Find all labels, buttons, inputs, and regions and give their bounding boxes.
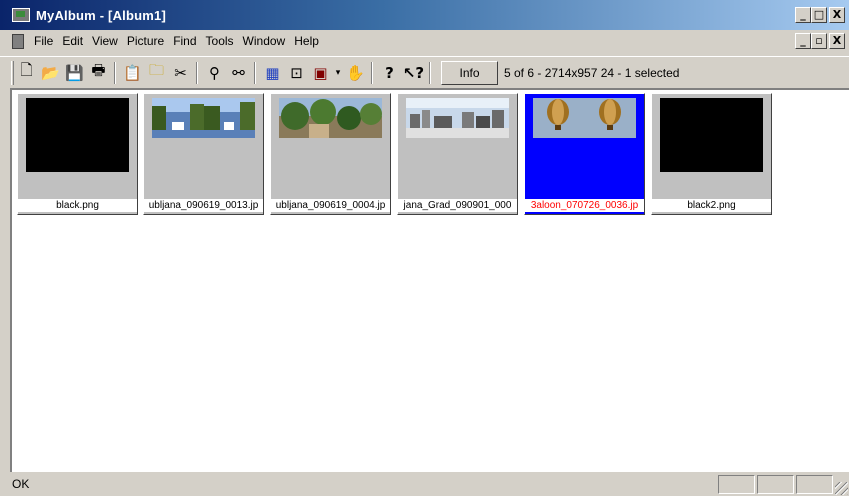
- help-icon[interactable]: ?: [378, 62, 401, 84]
- thumbnail-item[interactable]: black.png: [17, 93, 138, 215]
- cut-icon[interactable]: ✂: [169, 62, 192, 84]
- new-folder-icon[interactable]: 🗀: [145, 61, 168, 84]
- context-help-icon[interactable]: ↖?: [402, 62, 425, 84]
- trees-photo: [279, 98, 382, 138]
- status-panel: [757, 475, 794, 494]
- minimize-button[interactable]: _: [795, 7, 811, 23]
- save-icon[interactable]: 💾: [63, 62, 86, 84]
- selection-status: 5 of 6 - 2714x957 24 - 1 selected: [504, 65, 680, 80]
- thumbnail-item[interactable]: ubljana_090619_0004.jp: [270, 93, 391, 215]
- status-panel: [796, 475, 833, 494]
- menu-window[interactable]: Window: [243, 33, 286, 49]
- hand-icon[interactable]: ✋: [344, 62, 367, 84]
- display-icon[interactable]: ▣: [309, 62, 332, 84]
- thumbnail-caption: ubljana_090619_0013.jp: [144, 199, 263, 212]
- status-panel: [718, 475, 755, 494]
- thumbnail-item[interactable]: ubljana_090619_0013.jp: [143, 93, 264, 215]
- status-panels: [718, 475, 833, 494]
- thumbnail-image: [152, 98, 255, 172]
- thumbnail-caption: black2.png: [652, 199, 771, 212]
- info-button[interactable]: Info: [441, 60, 498, 85]
- menu-edit[interactable]: Edit: [62, 33, 83, 49]
- toolbar-separator: [429, 61, 431, 84]
- thumbnail-image: [533, 98, 636, 172]
- dropdown-arrow-icon[interactable]: ▾: [333, 62, 343, 84]
- resize-grip-icon[interactable]: [835, 482, 848, 495]
- title-bar[interactable]: MyAlbum - [Album1] _ □ X: [0, 0, 849, 30]
- paste-icon[interactable]: 📋: [121, 62, 144, 84]
- find-icon[interactable]: ⚲: [203, 62, 226, 84]
- doc-close-button[interactable]: X: [829, 33, 845, 49]
- status-bar: OK: [0, 472, 849, 496]
- thumbnail-item[interactable]: black2.png: [651, 93, 772, 215]
- find-similar-icon[interactable]: ⚯: [227, 62, 250, 84]
- menu-picture[interactable]: Picture: [127, 33, 164, 49]
- window-title: MyAlbum - [Album1]: [36, 7, 166, 23]
- document-window-controls: _ ▫ X: [795, 33, 845, 49]
- menu-file[interactable]: File: [34, 33, 53, 49]
- thumbnail-image: [279, 98, 382, 172]
- balloon-photo: [533, 98, 636, 138]
- zoom-icon[interactable]: ⊡: [285, 62, 308, 84]
- thumbnail-caption: jana_Grad_090901_000: [398, 199, 517, 212]
- menu-bar: File Edit View Picture Find Tools Window…: [0, 30, 849, 52]
- toolbar: 🗋 📂 💾 🖶 📋 🗀 ✂ ⚲ ⚯ ▦ ⊡ ▣ ▾ ✋ ? ↖? Info 5 …: [0, 56, 849, 88]
- thumbnail-image: [406, 98, 509, 172]
- menu-find[interactable]: Find: [173, 33, 196, 49]
- toolbar-separator: [114, 61, 116, 84]
- thumbnail-pane[interactable]: black.png ubljana_090619_0013.jp ubljana…: [10, 88, 849, 472]
- doc-minimize-button[interactable]: _: [795, 33, 811, 49]
- print-icon[interactable]: 🖶: [87, 61, 110, 84]
- menu-help[interactable]: Help: [294, 33, 319, 49]
- maximize-button[interactable]: □: [811, 7, 827, 23]
- city-photo: [406, 98, 509, 138]
- window-controls: _ □ X: [795, 7, 845, 23]
- thumbnail-image: [660, 98, 763, 172]
- menu-view[interactable]: View: [92, 33, 118, 49]
- open-icon[interactable]: 📂: [39, 62, 62, 84]
- document-icon[interactable]: [12, 33, 24, 49]
- thumbnail-caption: 3aloon_070726_0036.jp: [525, 199, 644, 212]
- status-text: OK: [12, 477, 30, 491]
- toolbar-separator: [371, 61, 373, 84]
- thumbnail-item-selected[interactable]: 3aloon_070726_0036.jp: [524, 93, 645, 215]
- menu-tools[interactable]: Tools: [206, 33, 234, 49]
- new-icon[interactable]: 🗋: [15, 61, 38, 84]
- doc-restore-button[interactable]: ▫: [811, 33, 827, 49]
- thumbnail-item[interactable]: jana_Grad_090901_000: [397, 93, 518, 215]
- toolbar-separator: [254, 61, 256, 84]
- thumbnail-image: [26, 98, 129, 172]
- river-photo: [152, 98, 255, 138]
- app-icon[interactable]: [12, 8, 30, 22]
- toolbar-grip[interactable]: [11, 60, 14, 85]
- slideshow-icon[interactable]: ▦: [261, 62, 284, 84]
- toolbar-separator: [196, 61, 198, 84]
- thumbnail-caption: ubljana_090619_0004.jp: [271, 199, 390, 212]
- thumbnail-caption: black.png: [18, 199, 137, 212]
- close-button[interactable]: X: [829, 7, 845, 23]
